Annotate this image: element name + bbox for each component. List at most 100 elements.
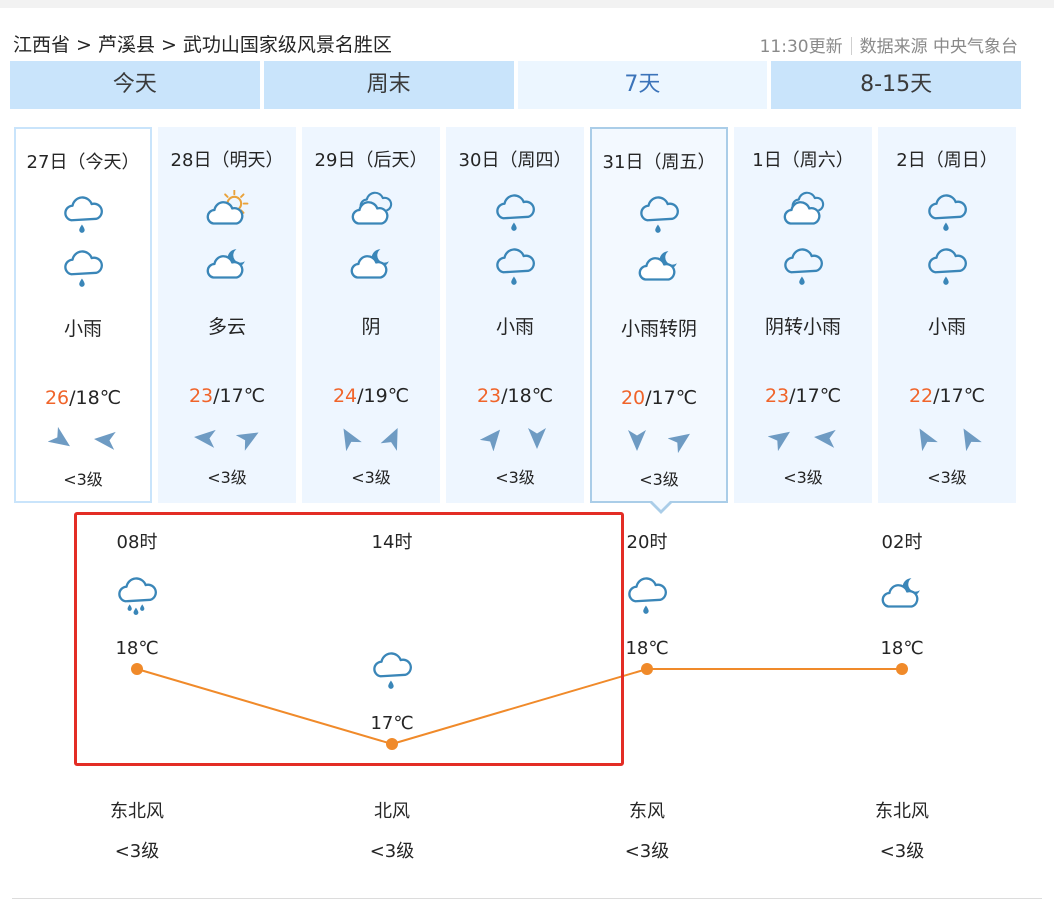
forecast-tabs: 今天 周末 7天 8-15天 xyxy=(10,61,1021,109)
partly-cloudy-night-icon xyxy=(852,573,952,621)
hourly-wind-level: <3级 xyxy=(369,841,415,862)
day-card[interactable]: 30日（周四） 小雨 23/18℃ <3级 xyxy=(446,127,584,503)
tab-today[interactable]: 今天 xyxy=(10,61,260,109)
day-wind-level: <3级 xyxy=(495,468,535,487)
breadcrumb: 江西省 > 芦溪县 > 武功山国家级风景名胜区 xyxy=(13,30,392,57)
day-wind-level: <3级 xyxy=(927,468,967,487)
day-high-temp: 23 xyxy=(476,385,502,407)
hourly-wind-level: <3级 xyxy=(624,841,670,862)
wind-arrow-icon xyxy=(624,427,650,453)
partly-cloudy-day-icon xyxy=(158,189,296,238)
tab-weekend[interactable]: 周末 xyxy=(263,61,514,109)
day-card[interactable]: 29日（后天） 阴 24/19℃ <3级 xyxy=(302,127,440,503)
day-temperature: 23/17℃ xyxy=(734,385,872,407)
day-low-temp: /18℃ xyxy=(69,387,122,409)
day-high-temp: 20 xyxy=(620,387,646,409)
day-weather-desc: 阴 xyxy=(361,316,381,338)
day-temperature: 20/17℃ xyxy=(592,387,726,409)
day-date: 31日（周五） xyxy=(602,152,716,173)
update-info: 11:30更新 数据来源 中央气象台 xyxy=(760,32,1018,57)
temp-point xyxy=(641,663,653,675)
day-temperature: 23/18℃ xyxy=(446,385,584,407)
highlight-box xyxy=(74,512,624,766)
hourly-wind-level: <3级 xyxy=(114,841,160,862)
breadcrumb-location: 武功山国家级风景名胜区 xyxy=(182,34,392,56)
hourly-temp: 18℃ xyxy=(880,638,924,659)
day-temperature: 22/17℃ xyxy=(878,385,1016,407)
day-low-temp: /18℃ xyxy=(501,385,554,407)
hourly-wind-level: <3级 xyxy=(879,841,925,862)
light-rain-icon xyxy=(446,244,584,292)
day-high-temp: 23 xyxy=(188,385,214,407)
overcast-icon xyxy=(302,190,440,238)
day-date: 2日（周日） xyxy=(896,150,998,171)
day-wind-level: <3级 xyxy=(207,468,247,487)
day-low-temp: /17℃ xyxy=(213,385,266,407)
tab-7-days[interactable]: 7天 xyxy=(517,61,768,109)
day-temperature: 24/19℃ xyxy=(302,385,440,407)
wind-arrow-icon xyxy=(380,425,406,451)
breadcrumb-separator: > xyxy=(76,34,92,56)
day-wind-level: <3级 xyxy=(63,470,103,489)
wind-direction xyxy=(158,425,296,451)
day-weather-desc: 小雨 xyxy=(495,316,534,338)
wind-arrow-icon xyxy=(336,425,362,452)
tab-8-15-days[interactable]: 8-15天 xyxy=(771,61,1021,109)
wind-arrow-icon xyxy=(667,427,694,454)
light-rain-icon xyxy=(878,190,1016,238)
day-weather-desc: 多云 xyxy=(207,316,246,338)
wind-arrow-icon xyxy=(524,425,550,451)
partly-cloudy-night-icon xyxy=(158,244,296,292)
light-rain-icon xyxy=(16,246,150,294)
wind-arrow-icon xyxy=(912,425,938,452)
hourly-time: 02时 xyxy=(852,528,952,554)
day-weather-desc: 小雨 xyxy=(63,318,102,340)
day-high-temp: 22 xyxy=(908,385,934,407)
day-high-temp: 23 xyxy=(764,385,790,407)
update-time: 11:30更新 xyxy=(759,37,843,57)
breadcrumb-province[interactable]: 江西省 xyxy=(13,34,70,56)
day-low-temp: /17℃ xyxy=(789,385,842,407)
wind-direction xyxy=(446,425,584,452)
day-card[interactable]: 2日（周日） 小雨 22/17℃ <3级 xyxy=(878,127,1016,503)
wind-direction xyxy=(734,425,872,452)
day-date: 27日（今天） xyxy=(26,152,140,173)
day-date: 1日（周六） xyxy=(752,150,854,171)
day-low-temp: /17℃ xyxy=(933,385,986,407)
top-divider xyxy=(0,0,1054,8)
wind-arrow-icon xyxy=(956,425,982,452)
hourly-wind-direction: 东北风 xyxy=(875,801,929,822)
hourly-wind-direction: 北风 xyxy=(374,801,410,822)
day-high-temp: 26 xyxy=(44,387,70,409)
day-wind-level: <3级 xyxy=(639,470,679,489)
wind-arrow-icon xyxy=(235,425,262,451)
bottom-divider xyxy=(12,898,1042,899)
wind-arrow-icon xyxy=(479,425,506,452)
update-divider xyxy=(850,37,852,55)
day-wind-level: <3级 xyxy=(351,468,391,487)
day-low-temp: /17℃ xyxy=(645,387,698,409)
seven-day-forecast: 27日（今天） 小雨 26/18℃ <3级 28日（明天） 多云 23/17℃ xyxy=(14,127,1018,514)
wind-direction xyxy=(302,425,440,452)
day-date: 30日（周四） xyxy=(458,150,572,171)
day-card[interactable]: 1日（周六） 阴转小雨 23/17℃ <3级 xyxy=(734,127,872,503)
temp-point xyxy=(896,663,908,675)
partly-cloudy-night-icon xyxy=(592,246,726,294)
breadcrumb-county[interactable]: 芦溪县 xyxy=(98,34,155,56)
day-card[interactable]: 28日（明天） 多云 23/17℃ <3级 xyxy=(158,127,296,503)
wind-arrow-icon xyxy=(812,425,838,451)
day-card[interactable]: 27日（今天） 小雨 26/18℃ <3级 xyxy=(14,127,152,503)
day-weather-desc: 小雨转阴 xyxy=(620,318,697,340)
wind-arrow-icon xyxy=(92,427,118,453)
day-weather-desc: 小雨 xyxy=(927,316,966,338)
day-wind-level: <3级 xyxy=(783,468,823,487)
day-low-temp: /19℃ xyxy=(357,385,410,407)
partly-cloudy-night-icon xyxy=(302,244,440,292)
wind-arrow-icon xyxy=(192,425,218,451)
day-date: 28日（明天） xyxy=(170,150,284,171)
light-rain-icon xyxy=(592,192,726,240)
day-weather-desc: 阴转小雨 xyxy=(764,316,841,338)
light-rain-icon xyxy=(878,244,1016,292)
light-rain-icon xyxy=(734,244,872,292)
day-card[interactable]: 31日（周五） 小雨转阴 20/17℃ <3级 xyxy=(590,127,728,514)
